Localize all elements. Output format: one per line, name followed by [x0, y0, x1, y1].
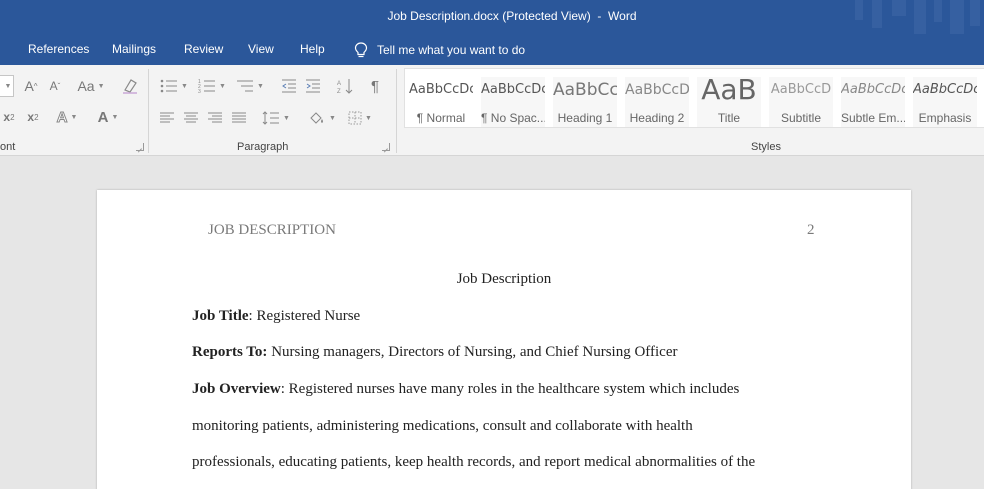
font-group-label: ont — [0, 141, 16, 153]
overview-text: : Registered nurses have many roles in t… — [280, 381, 740, 397]
increase-indent-icon[interactable] — [304, 77, 322, 95]
numbering-icon: 123 — [198, 79, 216, 93]
overview-line-3: professionals, educating patients, keep … — [192, 454, 756, 470]
style-name: Subtitle — [780, 111, 822, 125]
style-name: ¶ No Spac... — [481, 111, 545, 125]
window-title: Job Description.docx (Protected View) - … — [387, 9, 637, 23]
job-title-line: Job Title: Registered Nurse — [192, 308, 360, 325]
tab-help[interactable]: Help — [300, 42, 325, 56]
show-formatting-marks-icon[interactable]: ¶ — [366, 77, 384, 95]
clear-formatting-icon[interactable] — [120, 77, 140, 95]
style-sample: AaBbCcDc — [913, 82, 977, 97]
overview-line-1: Job Overview: Registered nurses have man… — [192, 381, 739, 398]
line-spacing-icon — [262, 111, 280, 125]
paragraph-dialog-launcher-icon[interactable] — [382, 143, 390, 151]
running-header: JOB DESCRIPTION — [208, 222, 336, 238]
reports-to-label: Reports To: — [192, 344, 268, 360]
multilevel-list-button[interactable]: ▼ — [234, 77, 266, 95]
line-spacing-button[interactable]: ▼ — [260, 109, 292, 127]
styles-gallery: AaBbCcDc ¶ Normal AaBbCcDc ¶ No Spac... … — [404, 68, 984, 128]
paint-bucket-icon — [310, 112, 324, 124]
lightbulb-icon — [354, 42, 368, 58]
style-heading-2[interactable]: AaBbCcD Heading 2 — [625, 77, 689, 127]
document-heading: Job Description — [456, 271, 552, 287]
ribbon-tabs: References Mailings Review View Help Tel… — [0, 34, 984, 65]
tab-mailings[interactable]: Mailings — [112, 42, 156, 56]
style-name: Subtle Em... — [841, 111, 905, 125]
job-title-label: Job Title — [192, 308, 249, 324]
justify-icon[interactable] — [230, 109, 248, 127]
overview-label: Job Overview — [192, 381, 281, 397]
style-sample: AaBbCcDc — [841, 82, 905, 97]
grow-font-button[interactable]: A ^ — [22, 77, 40, 95]
font-size-dropdown[interactable]: ▼ — [0, 75, 14, 97]
style-subtle-emphasis[interactable]: AaBbCcDc Subtle Em... — [841, 77, 905, 127]
align-right-icon[interactable] — [206, 109, 224, 127]
bullets-icon — [160, 79, 178, 93]
tell-me-label: Tell me what you want to do — [377, 43, 526, 57]
bullets-button[interactable]: ▼ — [158, 77, 190, 95]
style-emphasis[interactable]: AaBbCcDc Emphasis — [913, 77, 977, 127]
borders-icon — [348, 111, 362, 125]
ribbon: ▼ A ^ Aˇ Aa ▼ x2 x2 A ▼ A ▼ ont ▼ 1 2 3 ▼ ▼ AZ … — [0, 65, 984, 156]
svg-text:3: 3 — [198, 89, 201, 93]
style-sample: AaBbCcDc — [481, 82, 545, 97]
style-name: Heading 1 — [557, 111, 613, 125]
style-name: Emphasis — [918, 111, 972, 125]
decrease-indent-icon[interactable] — [280, 77, 298, 95]
style-sample: AaB — [701, 73, 757, 106]
style-normal[interactable]: AaBbCcDc ¶ Normal — [409, 77, 473, 127]
style-name: ¶ Normal — [416, 111, 466, 125]
shrink-font-button[interactable]: Aˇ — [46, 77, 64, 95]
styles-group-label: Styles — [751, 141, 781, 153]
superscript-button[interactable]: x2 — [24, 107, 42, 127]
svg-text:A: A — [337, 81, 341, 87]
align-left-icon[interactable] — [158, 109, 176, 127]
font-color-button[interactable]: A ▼ — [92, 107, 124, 127]
svg-text:Z: Z — [337, 89, 341, 94]
page-number: 2 — [807, 222, 815, 238]
multilevel-list-icon — [237, 80, 254, 92]
document-page[interactable]: JOB DESCRIPTION 2 Job Description Job Ti… — [97, 190, 911, 489]
style-name: Heading 2 — [629, 111, 685, 125]
style-sample: AaBbCcD — [625, 82, 689, 98]
tab-references[interactable]: References — [28, 42, 89, 56]
change-case-button[interactable]: Aa ▼ — [74, 77, 108, 95]
job-title-value: : Registered Nurse — [248, 308, 361, 324]
style-no-spacing[interactable]: AaBbCcDc ¶ No Spac... — [481, 77, 545, 127]
style-sample: AaBbCcD — [770, 82, 832, 97]
tab-review[interactable]: Review — [184, 42, 223, 56]
group-divider — [148, 69, 149, 153]
style-name: Title — [717, 111, 741, 125]
style-heading-1[interactable]: AaBbCc Heading 1 — [553, 77, 617, 127]
reports-to-line: Reports To: Nursing managers, Directors … — [192, 344, 677, 361]
style-title[interactable]: AaB Title — [697, 73, 761, 127]
paragraph-group-label: Paragraph — [237, 141, 289, 153]
align-center-icon[interactable] — [182, 109, 200, 127]
tell-me-search[interactable]: Tell me what you want to do — [354, 40, 525, 60]
shading-button[interactable]: ▼ — [306, 109, 338, 127]
overview-line-2: monitoring patients, administering medic… — [192, 418, 693, 434]
style-sample: AaBbCcDc — [409, 82, 473, 97]
style-subtitle[interactable]: AaBbCcD Subtitle — [769, 77, 833, 127]
numbering-button[interactable]: 1 2 3 ▼ — [196, 77, 228, 95]
title-bar: Job Description.docx (Protected View) - … — [0, 0, 984, 34]
tab-view[interactable]: View — [248, 42, 274, 56]
font-dialog-launcher-icon[interactable] — [136, 143, 144, 151]
text-effects-button[interactable]: A ▼ — [52, 107, 82, 127]
group-divider — [396, 69, 397, 153]
reports-to-value: Nursing managers, Directors of Nursing, … — [267, 344, 678, 360]
sort-icon[interactable]: AZ — [336, 77, 354, 95]
subscript-button[interactable]: x2 — [0, 107, 18, 127]
style-sample: AaBbCc — [553, 80, 617, 100]
borders-button[interactable]: ▼ — [344, 109, 376, 127]
